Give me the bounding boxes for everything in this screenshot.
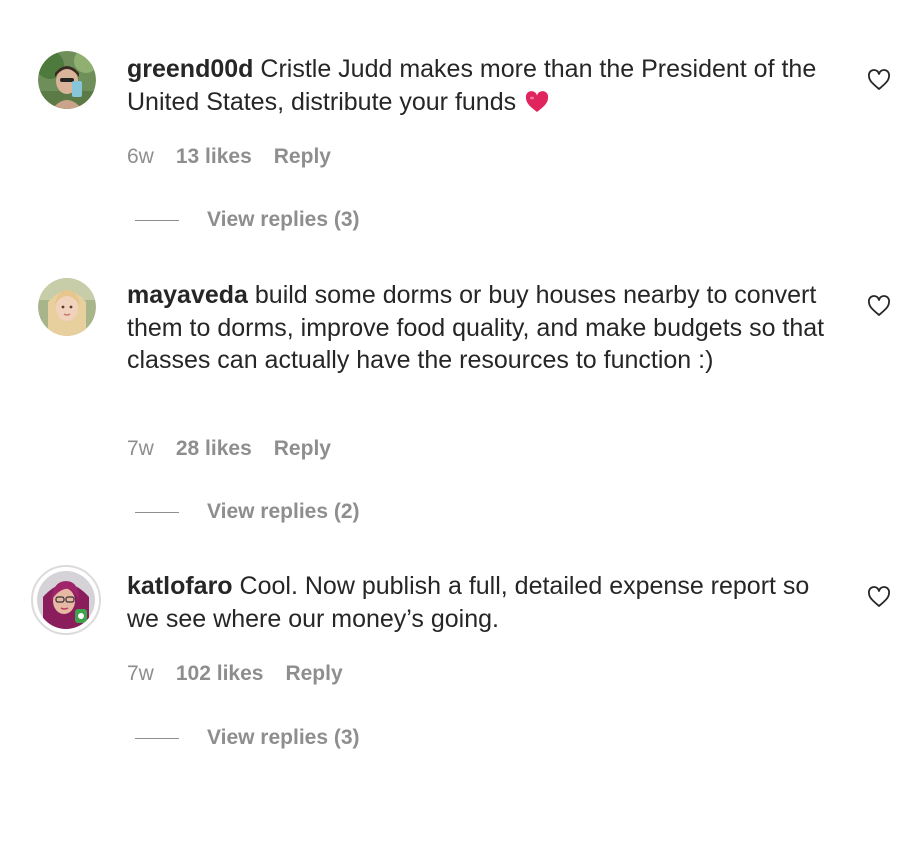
comment-meta: 7w 28 likes Reply: [127, 437, 331, 461]
avatar-image: [37, 571, 95, 629]
like-heart-icon[interactable]: [867, 69, 891, 91]
view-replies-label: View replies (2): [207, 500, 360, 523]
reply-button[interactable]: Reply: [274, 145, 331, 169]
view-replies-button[interactable]: View replies (2): [135, 500, 360, 524]
view-replies-button[interactable]: View replies (3): [135, 726, 360, 750]
view-replies-button[interactable]: View replies (3): [135, 208, 360, 232]
replies-divider-line: [135, 737, 179, 739]
comment-username[interactable]: katlofaro: [127, 572, 233, 600]
comment-likes-count[interactable]: 28 likes: [176, 437, 252, 461]
like-heart-icon[interactable]: [867, 295, 891, 317]
comment-likes-count[interactable]: 102 likes: [176, 662, 264, 686]
replies-divider-line: [135, 511, 179, 513]
reply-button[interactable]: Reply: [274, 437, 331, 461]
comment-body: mayaveda build some dorms or buy houses …: [127, 279, 827, 377]
comment-timestamp[interactable]: 7w: [127, 662, 154, 686]
avatar[interactable]: [31, 565, 101, 635]
view-replies-label: View replies (3): [207, 208, 360, 231]
avatar-image: [38, 51, 96, 109]
comment-username[interactable]: mayaveda: [127, 281, 248, 309]
comment-body: greend00d Cristle Judd makes more than t…: [127, 53, 827, 118]
view-replies-label: View replies (3): [207, 726, 360, 749]
reply-button[interactable]: Reply: [285, 662, 342, 686]
avatar[interactable]: [38, 278, 96, 336]
avatar-image: [38, 278, 96, 336]
heart-emoji-icon: [525, 89, 549, 112]
comment-timestamp[interactable]: 7w: [127, 437, 154, 461]
comment-username[interactable]: greend00d: [127, 55, 253, 83]
like-heart-icon[interactable]: [867, 586, 891, 608]
comment-meta: 7w 102 likes Reply: [127, 662, 343, 686]
comment-meta: 6w 13 likes Reply: [127, 145, 331, 169]
avatar[interactable]: [38, 51, 96, 109]
comment-body: katlofaro Cool. Now publish a full, deta…: [127, 570, 827, 635]
comment-timestamp[interactable]: 6w: [127, 145, 154, 169]
comment-likes-count[interactable]: 13 likes: [176, 145, 252, 169]
replies-divider-line: [135, 219, 179, 221]
